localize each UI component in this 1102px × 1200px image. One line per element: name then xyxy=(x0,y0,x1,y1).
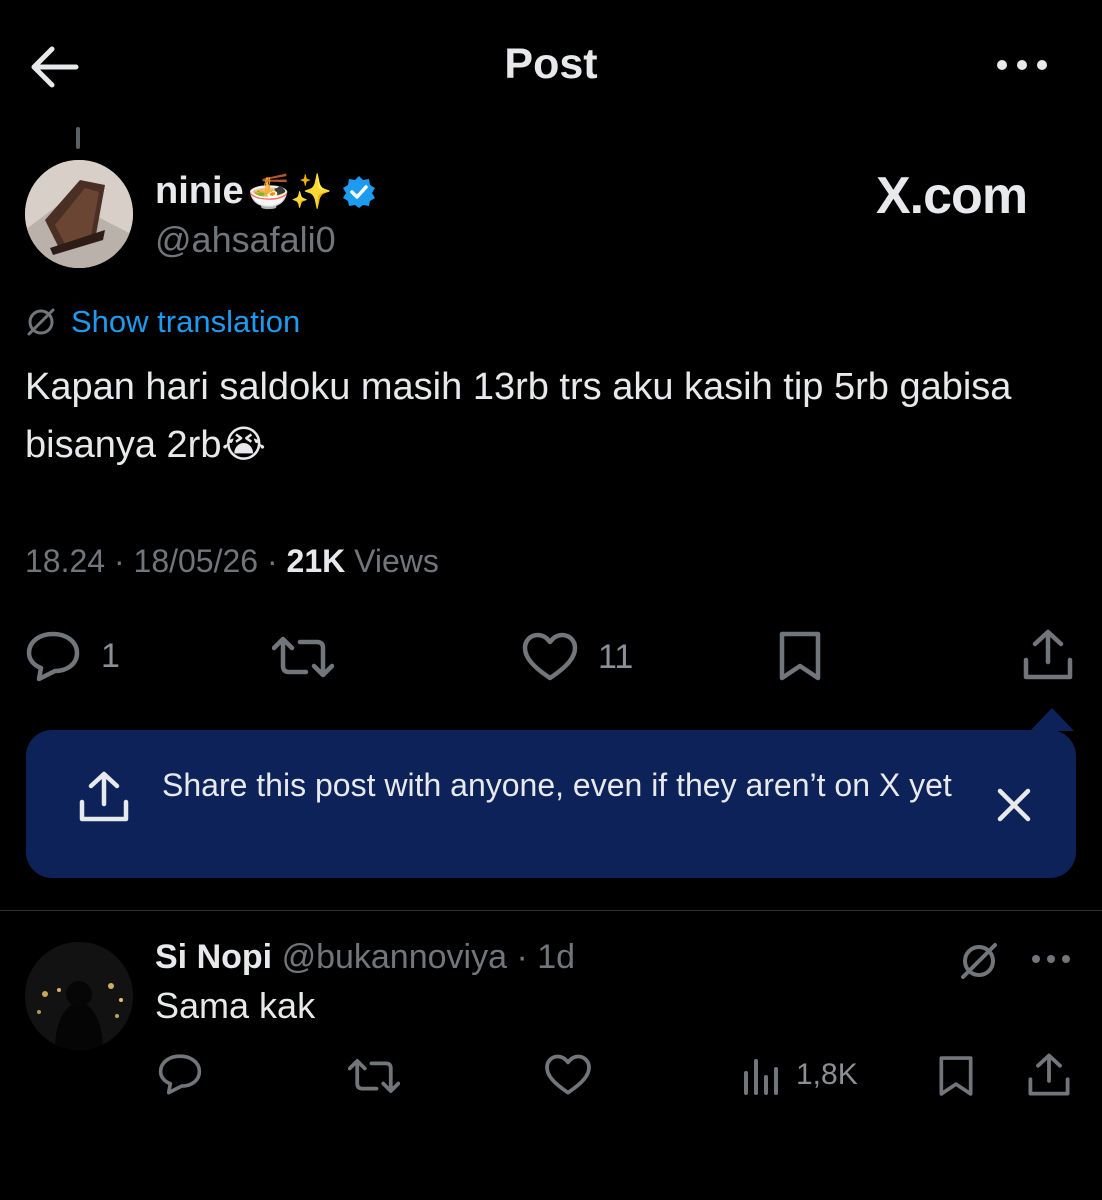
translate-icon xyxy=(25,306,57,338)
reply-views-button[interactable]: 1,8K xyxy=(742,1055,858,1095)
meta-separator: · xyxy=(266,543,287,579)
reply-age: 1d xyxy=(537,938,576,976)
author-name-emojis: 🍜✨ xyxy=(247,172,333,211)
reply-reply-button[interactable] xyxy=(157,1053,203,1095)
verified-badge-icon xyxy=(342,175,376,209)
views-count: 21K xyxy=(286,543,346,579)
post-body-text: Kapan hari saldoku masih 13rb trs aku ka… xyxy=(25,366,1012,466)
post-time: 18.24 xyxy=(25,543,106,579)
author-handle[interactable]: @ahsafali0 xyxy=(155,219,336,261)
bookmark-button[interactable] xyxy=(777,629,823,683)
author-name-text: ninie xyxy=(155,170,244,212)
banner-pointer xyxy=(1030,708,1074,731)
reply-like-button[interactable] xyxy=(544,1054,592,1096)
reply-views-count: 1,8K xyxy=(796,1058,858,1091)
reply-translate-icon[interactable] xyxy=(958,940,1000,982)
watermark-logo: X.com xyxy=(876,167,1028,225)
post-date: 18/05/26 xyxy=(133,543,259,579)
reply-count: 1 xyxy=(101,636,120,675)
heart-icon xyxy=(522,632,578,682)
repost-icon xyxy=(272,636,334,678)
show-translation-link[interactable]: Show translation xyxy=(25,304,300,340)
reply-display-name[interactable]: Si Nopi xyxy=(155,938,272,976)
views-label: Views xyxy=(354,543,439,579)
heart-icon xyxy=(544,1054,592,1096)
meta-separator: · xyxy=(516,938,528,976)
thread-connector xyxy=(76,127,80,149)
reply-button[interactable]: 1 xyxy=(25,630,120,682)
close-icon[interactable] xyxy=(992,783,1036,827)
like-button[interactable]: 11 xyxy=(522,632,633,682)
author-display-name[interactable]: ninie 🍜✨ xyxy=(155,170,376,213)
more-options-icon[interactable] xyxy=(994,50,1054,80)
reply-body-text: Sama kak xyxy=(155,985,316,1026)
repost-icon xyxy=(348,1058,400,1094)
show-translation-label: Show translation xyxy=(71,304,301,339)
share-icon xyxy=(1027,1052,1071,1098)
reply-header: Si Nopi @bukannoviya · 1d xyxy=(155,938,575,977)
reply-share-button[interactable] xyxy=(1027,1052,1071,1098)
analytics-icon xyxy=(742,1055,780,1095)
reply-more-icon[interactable] xyxy=(1030,950,1074,968)
share-button[interactable] xyxy=(1022,628,1074,682)
reply-icon xyxy=(25,630,81,682)
meta-separator: · xyxy=(113,543,134,579)
bookmark-icon xyxy=(777,629,823,683)
share-icon xyxy=(1022,628,1074,682)
post-metadata: 18.24 · 18/05/26 · 21K Views xyxy=(25,543,439,580)
avatar[interactable] xyxy=(25,160,133,268)
page-title: Post xyxy=(504,40,598,88)
bookmark-icon xyxy=(936,1054,976,1098)
share-banner-text: Share this post with anyone, even if the… xyxy=(162,767,952,803)
reply-icon xyxy=(157,1053,203,1095)
share-icon xyxy=(78,770,130,824)
reply-handle[interactable]: @bukannoviya xyxy=(282,938,507,976)
reply-bookmark-button[interactable] xyxy=(936,1054,976,1098)
repost-button[interactable] xyxy=(272,636,334,678)
reply-avatar[interactable] xyxy=(25,942,133,1050)
divider xyxy=(0,910,1102,911)
like-count: 11 xyxy=(598,637,634,676)
reply-repost-button[interactable] xyxy=(348,1058,400,1094)
